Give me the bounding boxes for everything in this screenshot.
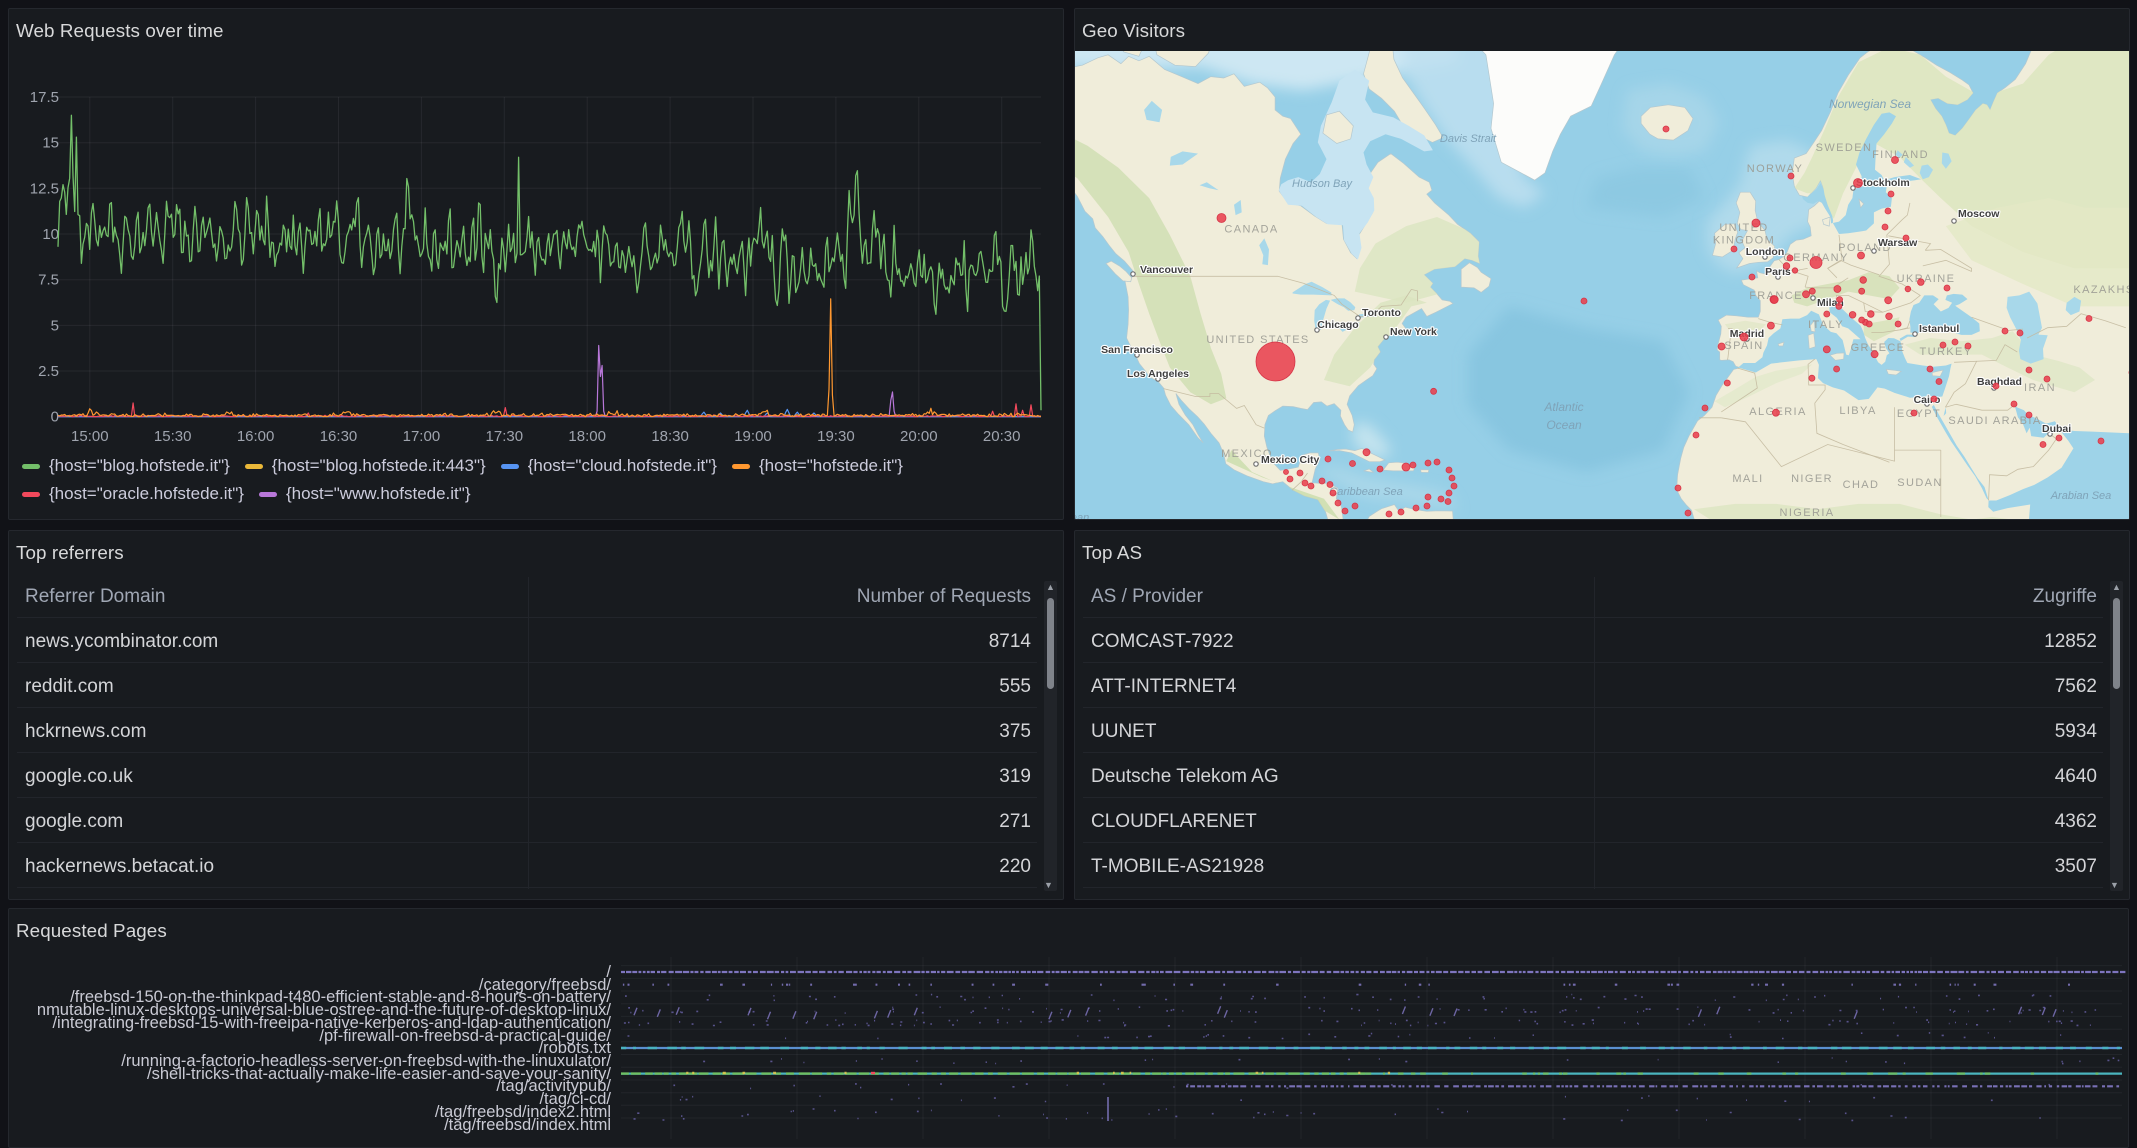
svg-text:19:30: 19:30 — [817, 428, 855, 445]
svg-text:UNITED: UNITED — [1719, 222, 1768, 234]
svg-text:Los Angeles: Los Angeles — [1127, 368, 1189, 380]
svg-text:MALI: MALI — [1732, 473, 1763, 485]
svg-text:Davis Strait: Davis Strait — [1440, 133, 1497, 145]
svg-text:17.5: 17.5 — [30, 89, 59, 106]
svg-text:Caribbean Sea: Caribbean Sea — [1329, 486, 1402, 498]
svg-text:NIGER: NIGER — [1791, 473, 1833, 485]
svg-text:London: London — [1746, 246, 1784, 258]
svg-text:Arabian Sea: Arabian Sea — [2050, 490, 2112, 502]
svg-text:LIBYA: LIBYA — [1839, 405, 1876, 417]
svg-text:20:00: 20:00 — [900, 428, 938, 445]
svg-text:16:30: 16:30 — [320, 428, 358, 445]
svg-text:ITALY: ITALY — [1808, 319, 1844, 331]
svg-text:SPAIN: SPAIN — [1724, 340, 1763, 352]
svg-text:12.5: 12.5 — [30, 180, 59, 197]
svg-text:SUDAN: SUDAN — [1897, 477, 1943, 489]
svg-text:15:30: 15:30 — [154, 428, 192, 445]
svg-text:Vancouver: Vancouver — [1140, 264, 1193, 276]
svg-text:NIGERIA: NIGERIA — [1779, 507, 1834, 519]
svg-text:Dubai: Dubai — [2042, 423, 2071, 435]
svg-text:0: 0 — [51, 409, 59, 426]
svg-text:Moscow: Moscow — [1958, 208, 2000, 220]
svg-text:CHAD: CHAD — [1843, 479, 1880, 491]
svg-text:UKRAINE: UKRAINE — [1897, 273, 1956, 285]
svg-text:Istanbul: Istanbul — [1919, 323, 1959, 335]
svg-text:TURKEY: TURKEY — [1919, 346, 1972, 358]
svg-text:Hudson Bay: Hudson Bay — [1292, 178, 1353, 190]
svg-text:ean: ean — [1075, 512, 1089, 520]
svg-text:10: 10 — [42, 226, 59, 243]
svg-text:18:30: 18:30 — [651, 428, 689, 445]
svg-text:KAZAKHSTA: KAZAKHSTA — [2073, 284, 2129, 296]
svg-text:UNITED STATES: UNITED STATES — [1206, 334, 1309, 346]
svg-text:17:30: 17:30 — [486, 428, 524, 445]
svg-text:Warsaw: Warsaw — [1878, 237, 1918, 249]
svg-text:Baghdad: Baghdad — [1977, 376, 2022, 388]
svg-text:15: 15 — [42, 135, 59, 152]
svg-text:Norwegian Sea: Norwegian Sea — [1829, 97, 1911, 111]
svg-text:Mexico City: Mexico City — [1261, 454, 1320, 466]
svg-text:20:30: 20:30 — [983, 428, 1021, 445]
svg-text:EGYPT: EGYPT — [1897, 408, 1941, 420]
svg-text:7.5: 7.5 — [38, 272, 59, 289]
svg-text:Atlantic: Atlantic — [1543, 400, 1583, 414]
svg-text:CANADA: CANADA — [1224, 224, 1278, 236]
svg-text:18:00: 18:00 — [568, 428, 606, 445]
svg-text:KINGDOM: KINGDOM — [1713, 235, 1775, 247]
svg-text:16:00: 16:00 — [237, 428, 275, 445]
svg-text:SWEDEN: SWEDEN — [1816, 142, 1873, 154]
svg-text:15:00: 15:00 — [71, 428, 109, 445]
svg-text:Stockholm: Stockholm — [1856, 177, 1910, 189]
svg-text:2.5: 2.5 — [38, 363, 59, 380]
svg-text:FINLAND: FINLAND — [1872, 149, 1929, 161]
svg-text:17:00: 17:00 — [403, 428, 441, 445]
svg-text:5: 5 — [51, 317, 59, 334]
svg-text:Toronto: Toronto — [1362, 307, 1401, 319]
svg-text:San Francisco: San Francisco — [1101, 344, 1173, 356]
svg-text:Ocean: Ocean — [1546, 418, 1582, 432]
svg-text:IRAN: IRAN — [2024, 382, 2056, 394]
svg-text:19:00: 19:00 — [734, 428, 772, 445]
svg-text:GREECE: GREECE — [1851, 342, 1906, 354]
svg-text:New York: New York — [1390, 326, 1437, 338]
svg-text:Chicago: Chicago — [1317, 319, 1358, 331]
svg-text:NORWAY: NORWAY — [1747, 163, 1803, 175]
